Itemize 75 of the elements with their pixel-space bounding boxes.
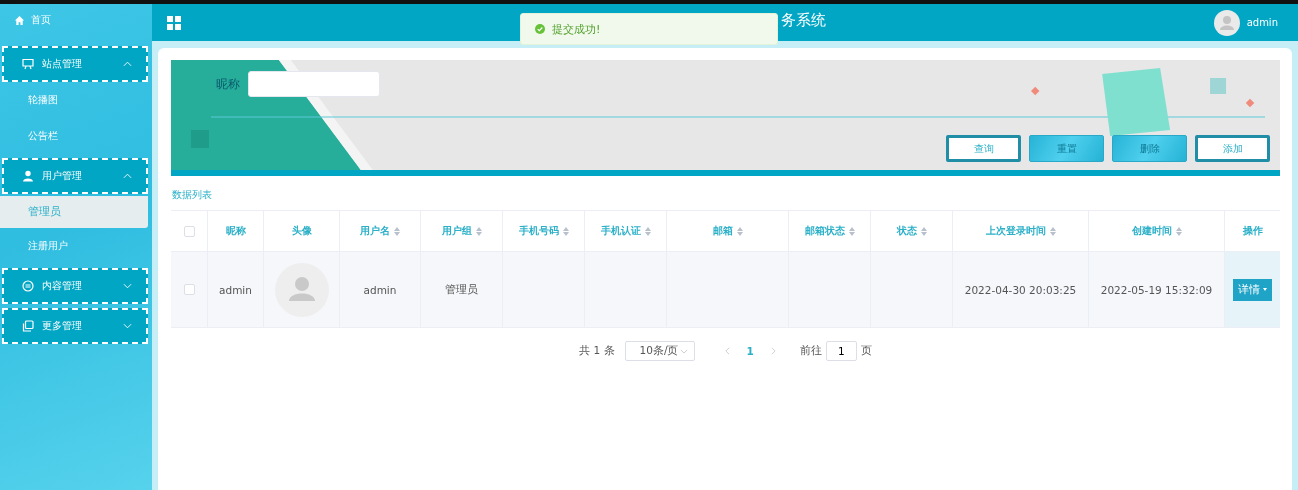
menu-label: 用户管理 [42, 169, 83, 183]
checkbox[interactable] [183, 225, 195, 237]
column-header[interactable]: 手机认证 [585, 211, 667, 251]
action-button[interactable]: 添加 [1195, 135, 1270, 162]
action-button[interactable]: 重置 [1029, 135, 1104, 162]
table-cell: admin [208, 252, 264, 327]
menu-group[interactable]: 站点管理 [2, 46, 148, 82]
goto-label: 前往 [799, 344, 822, 358]
detail-button[interactable]: 详情 [1233, 278, 1272, 301]
page-number[interactable]: 1 [741, 345, 759, 357]
sort-icon [1175, 226, 1182, 236]
sort-icon [1049, 226, 1056, 236]
sort-icon [394, 226, 400, 236]
column-header: 操作 [1241, 224, 1264, 238]
action-button[interactable]: 删除 [1112, 135, 1187, 162]
sort-icon [644, 226, 651, 236]
menu-label: 首页 [31, 13, 51, 27]
column-header[interactable]: 上次登录时间 [953, 211, 1089, 251]
user-icon [22, 170, 34, 182]
column-header[interactable]: 用户组 [421, 211, 503, 251]
chevron-down-icon [123, 283, 132, 289]
avatar-icon [274, 262, 329, 317]
submenu-item[interactable]: 管理员 [0, 196, 148, 228]
page-input[interactable]: 1 [825, 341, 857, 361]
chevron-down-icon [679, 348, 688, 354]
home-menu-item[interactable]: 首页 [0, 10, 51, 30]
checkbox[interactable] [183, 284, 195, 295]
menu-group[interactable]: 用户管理 [2, 158, 148, 194]
table-cell: 2022-04-30 20:03:25 [953, 252, 1089, 327]
column-header[interactable]: 创建时间 [1089, 211, 1225, 251]
column-header[interactable]: 用户名 [340, 211, 421, 251]
column-header[interactable]: 邮箱状态 [789, 211, 871, 251]
caret-icon [1263, 288, 1267, 291]
submenu-item[interactable]: 公告栏 [0, 118, 148, 154]
menu-label: 站点管理 [42, 57, 83, 71]
menu-group[interactable]: 内容管理 [2, 268, 148, 304]
grid-menu-icon[interactable] [167, 15, 181, 30]
chevron-down-icon [123, 323, 132, 329]
nickname-input[interactable] [248, 71, 380, 97]
next-page-icon[interactable] [770, 347, 776, 355]
monitor-icon [22, 58, 34, 70]
menu-label: 内容管理 [42, 279, 83, 293]
page-suffix: 页 [860, 344, 872, 358]
check-circle-icon [535, 24, 545, 34]
chat-icon [22, 280, 34, 292]
home-icon [14, 14, 25, 26]
page-size-select[interactable]: 10条/页 [624, 341, 695, 361]
table-cell: admin [340, 252, 421, 327]
search-label: 昵称 [216, 75, 240, 93]
chevron-up-icon [123, 173, 132, 179]
sort-icon [736, 226, 743, 236]
copy-icon [22, 320, 34, 332]
avatar-icon[interactable] [1213, 9, 1240, 36]
menu-group[interactable]: 更多管理 [2, 308, 148, 344]
sort-icon [475, 226, 482, 236]
column-header: 头像 [264, 211, 340, 251]
app-title: 务系统 [781, 11, 826, 30]
column-header: 昵称 [208, 211, 264, 251]
section-title: 数据列表 [171, 188, 213, 202]
toast-message: 提交成功! [552, 21, 601, 37]
menu-label: 更多管理 [42, 319, 83, 333]
previous-page-icon[interactable] [724, 347, 730, 355]
sort-icon [562, 226, 569, 236]
column-header[interactable]: 手机号码 [503, 211, 585, 251]
chevron-up-icon [123, 61, 132, 67]
submenu-item[interactable]: 注册用户 [0, 228, 148, 264]
total-count: 共 1 条 [579, 344, 615, 358]
column-header[interactable]: 状态 [871, 211, 953, 251]
sort-icon [920, 226, 927, 236]
submenu-item[interactable]: 轮播图 [0, 82, 148, 118]
sort-icon [848, 226, 855, 236]
action-button[interactable]: 查询 [946, 135, 1021, 162]
user-name[interactable]: admin [1246, 17, 1278, 28]
column-header[interactable]: 邮箱 [667, 211, 789, 251]
table-cell: 管理员 [421, 252, 503, 327]
